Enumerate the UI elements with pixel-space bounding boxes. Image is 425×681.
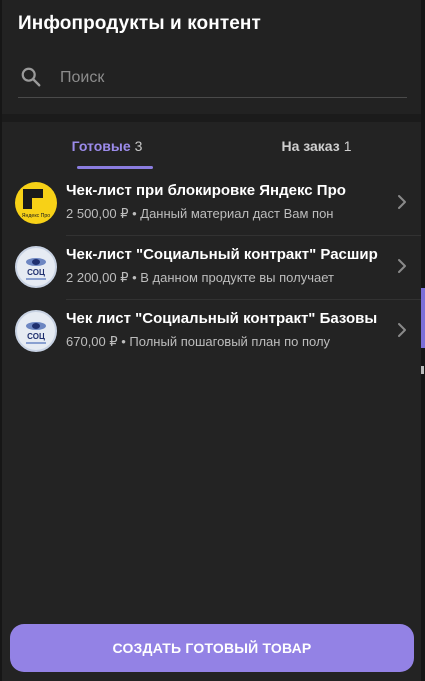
active-tab-indicator bbox=[77, 166, 153, 169]
tab-ready[interactable]: Готовые 3 bbox=[2, 122, 212, 169]
create-ready-product-button[interactable]: СОЗДАТЬ ГОТОВЫЙ ТОВАР bbox=[10, 624, 414, 672]
list-item[interactable]: Яндекс Про Чек-лист при блокировке Яндек… bbox=[2, 171, 421, 235]
yandex-pro-logo: Яндекс Про bbox=[15, 182, 57, 224]
socz-logo: СОЦ bbox=[15, 310, 57, 352]
socz-logo-text: СОЦ bbox=[27, 332, 45, 341]
item-subtitle: 2 200,00 ₽ • В данном продукте вы получа… bbox=[66, 270, 334, 285]
list-item[interactable]: СОЦ Чек лист "Социальный контракт" Базов… bbox=[2, 299, 421, 363]
page-title: Инфопродукты и контент bbox=[18, 13, 261, 34]
chevron-right-icon bbox=[398, 323, 406, 337]
yandex-logo-text: Яндекс Про bbox=[22, 213, 50, 219]
socz-logo: СОЦ bbox=[15, 246, 57, 288]
tab-bar: Готовые 3 На заказ 1 bbox=[2, 122, 421, 169]
search-input[interactable] bbox=[60, 64, 390, 92]
list-item-divider bbox=[66, 235, 421, 299]
search-bar[interactable] bbox=[18, 58, 407, 98]
tab-to-order[interactable]: На заказ 1 bbox=[212, 122, 421, 169]
item-title: Чек-лист при блокировке Яндекс Про bbox=[66, 182, 346, 199]
chevron-right-icon bbox=[398, 195, 406, 209]
products-panel: Готовые 3 На заказ 1 Яндекс Про Чек-лист… bbox=[2, 122, 421, 600]
backdrop-accent-strip bbox=[421, 288, 425, 348]
socz-logo-text: СОЦ bbox=[27, 268, 45, 277]
tab-ready-count: 3 bbox=[134, 137, 143, 154]
bottom-action-bar: СОЗДАТЬ ГОТОВЫЙ ТОВАР bbox=[2, 600, 421, 681]
search-icon bbox=[21, 67, 41, 87]
list-item[interactable]: СОЦ Чек-лист "Социальный контракт" Расши… bbox=[2, 235, 421, 299]
chevron-right-icon bbox=[398, 259, 406, 273]
sheet-header: Инфопродукты и контент bbox=[2, 0, 421, 114]
tab-to-order-label: На заказ bbox=[281, 137, 340, 154]
backdrop-scroll-mark bbox=[421, 366, 424, 374]
product-list: Яндекс Про Чек-лист при блокировке Яндек… bbox=[2, 171, 421, 363]
infoproducts-sheet: Инфопродукты и контент Готовые 3 На зака… bbox=[2, 0, 421, 681]
tab-to-order-count: 1 bbox=[343, 137, 352, 154]
item-title: Чек-лист "Социальный контракт" Расшир bbox=[66, 246, 378, 263]
item-subtitle: 670,00 ₽ • Полный пошаговый план по полу bbox=[66, 334, 331, 349]
item-subtitle: 2 500,00 ₽ • Данный материал даст Вам по… bbox=[66, 206, 334, 221]
tab-ready-label: Готовые bbox=[71, 137, 131, 154]
list-item-divider bbox=[66, 299, 421, 363]
item-title: Чек лист "Социальный контракт" Базовы bbox=[66, 310, 378, 327]
list-item-divider bbox=[66, 171, 421, 235]
